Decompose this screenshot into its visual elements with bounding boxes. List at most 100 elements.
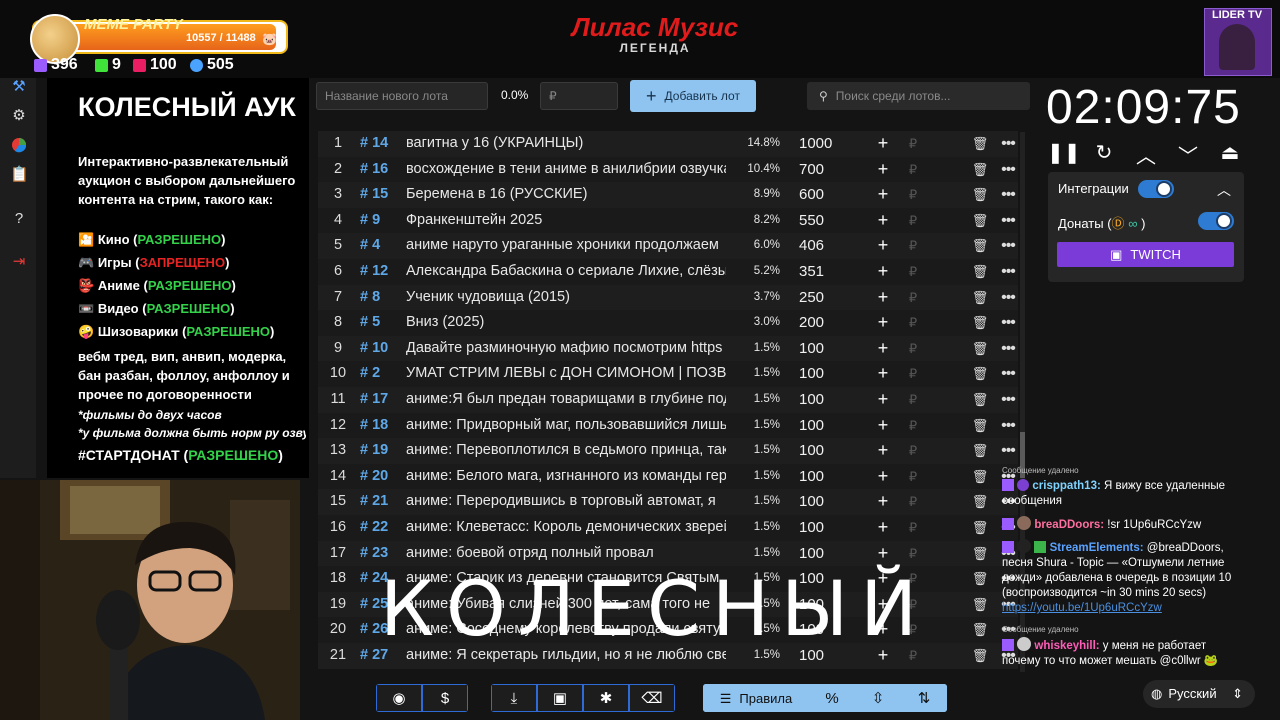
ruble-icon[interactable]: ₽ [906,131,920,157]
pause-icon[interactable]: ❚❚ [1047,140,1081,165]
ruble-icon[interactable]: ₽ [906,208,920,234]
lot-amount[interactable]: 100 [799,541,859,567]
table-row[interactable]: 7 # 8 Ученик чудовища (2015) 3.7% 250 + ₽ 🗑 ••• [318,284,1018,311]
trash-icon[interactable]: 🗑 [970,361,990,387]
ruble-icon[interactable]: ₽ [906,182,920,208]
hammer-icon[interactable]: ⚒ [10,78,28,96]
compress-icon[interactable]: ⇳ [855,684,901,712]
table-row[interactable]: 3 # 15 Беремена в 16 (РУССКИЕ) 8.9% 600 + ₽ 🗑 ••… [318,182,1018,208]
trash-icon[interactable]: 🗑 [970,336,990,362]
lot-name[interactable]: Александра Бабаскина о сериале Лихие, сл… [406,259,726,285]
table-row[interactable]: 4 # 9 Франкенштейн 2025 8.2% 550 + ₽ 🗑 ••• [318,207,1018,234]
lot-name[interactable]: аниме: Белого мага, изгнанного из команд… [406,464,726,490]
trash-icon[interactable]: 🗑 [970,310,990,336]
table-row[interactable]: 1 # 14 вагитна у 16 (УКРАИНЦЫ) 14.8% 1000 + ₽ 🗑… [318,131,1018,157]
lot-amount[interactable]: 351 [799,259,859,285]
table-row[interactable]: 9 # 10 Давайте разминочную мафию посмотрим… [318,335,1018,362]
lot-name[interactable]: Беремена в 16 (РУССКИЕ) [406,182,726,208]
lot-name[interactable]: восхождение в тени аниме в анилибрии озв… [406,157,726,183]
percent-toggle[interactable]: % [809,684,855,712]
lot-name[interactable]: аниме: Переродившись в торговый автомат,… [406,489,726,515]
more-icon[interactable]: ••• [998,285,1018,311]
bug-icon[interactable]: ✱ [583,684,629,712]
ruble-icon[interactable]: ₽ [906,541,920,567]
lot-name[interactable]: Вниз (2025) [406,310,726,336]
table-row[interactable]: 8 # 5 Вниз (2025) 3.0% 200 + ₽ 🗑 ••• [318,310,1018,336]
trash-icon[interactable]: 🗑 [970,182,990,208]
chat-link[interactable]: https://youtu.be/1Up6uRCcYzw [1002,601,1242,616]
table-row[interactable]: 6 # 12 Александра Бабаскина о сериале Лихи… [318,259,1018,285]
trash-icon[interactable]: 🗑 [970,157,990,183]
chevron-up-icon[interactable]: ︿ [1132,140,1160,169]
trash-icon[interactable]: 🗑 [970,285,990,311]
trash-icon[interactable]: 🗑 [970,541,990,567]
add-amount-icon[interactable]: + [875,208,891,234]
more-icon[interactable]: ••• [998,259,1018,285]
more-icon[interactable]: ••• [998,182,1018,208]
table-row[interactable]: 17 # 23 аниме: боевой отряд полный провал 1… [318,540,1018,567]
more-icon[interactable]: ••• [998,233,1018,259]
add-amount-icon[interactable]: + [875,285,891,311]
add-lot-button[interactable]: + Добавить лот [630,80,756,112]
donate-icon[interactable]: $ [422,684,468,712]
more-icon[interactable]: ••• [998,131,1018,157]
clear-icon[interactable]: ⌫ [629,684,675,712]
add-amount-icon[interactable]: + [875,233,891,259]
chevron-up-icon[interactable]: ︿ [1217,180,1231,200]
lot-name[interactable]: аниме: Перевоплотился в седьмого принца,… [406,438,726,464]
lot-amount[interactable]: 100 [799,489,859,515]
trash-icon[interactable]: 🗑 [970,592,990,618]
lot-name[interactable]: Ученик чудовища (2015) [406,285,726,311]
more-icon[interactable]: ••• [998,208,1018,234]
lot-amount[interactable]: 406 [799,233,859,259]
lot-name[interactable]: аниме: Клеветасс: Король демонических зв… [406,515,726,541]
add-amount-icon[interactable]: + [875,310,891,336]
trash-icon[interactable]: 🗑 [970,413,990,439]
table-row[interactable]: 2 # 16 восхождение в тени аниме в анилибри… [318,156,1018,183]
trash-icon[interactable]: 🗑 [970,566,990,592]
trash-icon[interactable]: 🗑 [970,643,990,669]
lot-name[interactable]: УМАТ СТРИМ ЛЕВЫ с ДОН СИМОНОМ | ПОЗВОНИ [406,361,726,387]
trash-icon[interactable]: 🗑 [970,233,990,259]
add-amount-icon[interactable]: + [875,489,891,515]
lot-name[interactable]: аниме: боевой отряд полный провал [406,541,726,567]
lot-name[interactable]: аниме:Я был предан товарищами в глубине … [406,387,726,413]
trash-icon[interactable]: 🗑 [970,617,990,643]
github-icon[interactable]: ◉ [376,684,422,712]
lot-amount[interactable]: 100 [799,336,859,362]
lot-name-input[interactable]: Название нового лота [316,82,488,110]
twitch-button[interactable]: ▣ TWITCH [1057,242,1234,267]
trash-icon[interactable]: 🗑 [970,208,990,234]
add-amount-icon[interactable]: + [875,361,891,387]
trash-icon[interactable]: 🗑 [970,464,990,490]
add-amount-icon[interactable]: + [875,515,891,541]
reset-icon[interactable]: ↻ [1090,140,1118,165]
add-amount-icon[interactable]: + [875,131,891,157]
trash-icon[interactable]: 🗑 [970,438,990,464]
ruble-icon[interactable]: ₽ [906,464,920,490]
gear-icon[interactable]: ⚙ [10,107,28,125]
table-row[interactable]: 12 # 18 аниме: Придворный маг, пользовавши… [318,412,1018,439]
download-icon[interactable]: ⤓ [491,684,537,712]
add-amount-icon[interactable]: + [875,336,891,362]
ruble-icon[interactable]: ₽ [906,413,920,439]
table-row[interactable]: 13 # 19 аниме: Перевоплотился в седьмого п… [318,438,1018,464]
add-amount-icon[interactable]: + [875,413,891,439]
more-icon[interactable]: ••• [998,438,1018,464]
table-row[interactable]: 14 # 20 аниме: Белого мага, изгнанного из … [318,463,1018,490]
table-row[interactable]: 10 # 2 УМАТ СТРИМ ЛЕВЫ с ДОН СИМОНОМ | ПОЗ… [318,361,1018,387]
add-amount-icon[interactable]: + [875,259,891,285]
ruble-icon[interactable]: ₽ [906,285,920,311]
more-icon[interactable]: ••• [998,310,1018,336]
more-icon[interactable]: ••• [998,336,1018,362]
language-select[interactable]: ◍ Русский ⇕ [1143,680,1255,708]
lot-amount[interactable]: 100 [799,361,859,387]
table-row[interactable]: 5 # 4 аниме наруто ураганные хроники продо… [318,233,1018,259]
trash-icon[interactable]: 🗑 [970,131,990,157]
lot-name[interactable]: Давайте разминочную мафию посмотрим http… [406,336,726,362]
ruble-icon[interactable]: ₽ [906,259,920,285]
table-row[interactable]: 11 # 17 аниме:Я был предан товарищами в гл… [318,387,1018,413]
save-icon[interactable]: ▣ [537,684,583,712]
add-amount-icon[interactable]: + [875,464,891,490]
lot-amount[interactable]: 600 [799,182,859,208]
